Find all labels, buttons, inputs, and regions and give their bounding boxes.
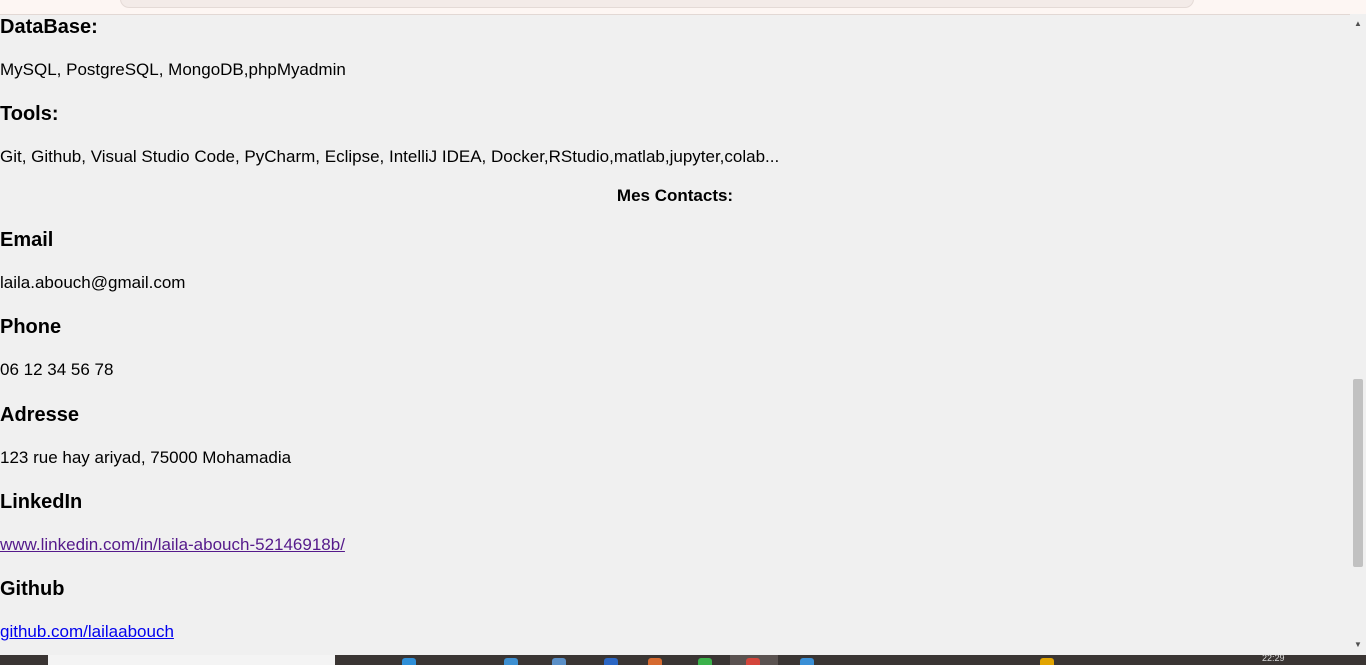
address-value: 123 rue hay ariyad, 75000 Mohamadia: [0, 448, 292, 467]
store-icon[interactable]: [552, 658, 566, 665]
database-heading: DataBase:: [0, 16, 98, 38]
scroll-down-icon[interactable]: ▼: [1350, 637, 1366, 653]
address-heading: Adresse: [0, 404, 79, 426]
browser-top-bar: [0, 0, 1366, 15]
whatsapp-icon[interactable]: [698, 658, 712, 665]
vertical-scrollbar[interactable]: ▲ ▼: [1350, 14, 1366, 655]
mail-icon[interactable]: [504, 658, 518, 665]
tools-list: Git, Github, Visual Studio Code, PyCharm…: [0, 147, 780, 166]
chrome-icon[interactable]: [746, 658, 760, 665]
github-link[interactable]: github.com/lailaabouch: [0, 622, 174, 641]
taskbar: 22:29: [0, 653, 1366, 665]
tools-heading: Tools:: [0, 103, 59, 125]
page-content: DataBase: MySQL, PostgreSQL, MongoDB,php…: [0, 14, 1350, 655]
taskbar-search-box[interactable]: [48, 655, 335, 665]
contacts-title: Mes Contacts:: [616, 186, 734, 205]
scroll-up-icon[interactable]: ▲: [1350, 16, 1366, 32]
phone-value: 06 12 34 56 78: [0, 360, 114, 379]
email-value: laila.abouch@gmail.com: [0, 273, 186, 292]
powerpoint-icon[interactable]: [648, 658, 662, 665]
github-heading: Github: [0, 578, 65, 600]
linkedin-link[interactable]: www.linkedin.com/in/laila-abouch-5214691…: [0, 535, 345, 554]
tray-icon[interactable]: [1040, 658, 1054, 665]
word-icon[interactable]: [604, 658, 618, 665]
scroll-thumb[interactable]: [1353, 379, 1363, 567]
taskbar-clock[interactable]: 22:29: [1262, 653, 1285, 663]
linkedin-heading: LinkedIn: [0, 491, 83, 513]
phone-heading: Phone: [0, 316, 62, 338]
database-list: MySQL, PostgreSQL, MongoDB,phpMyadmin: [0, 60, 346, 79]
edge-icon[interactable]: [402, 658, 416, 665]
address-bar[interactable]: [120, 0, 1194, 8]
email-heading: Email: [0, 229, 54, 251]
vscode-icon[interactable]: [800, 658, 814, 665]
